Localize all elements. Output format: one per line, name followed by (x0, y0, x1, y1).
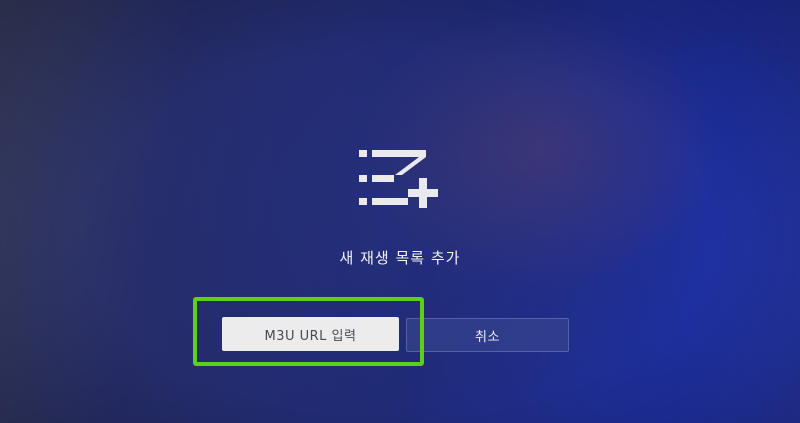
playlist-add-icon (359, 150, 438, 208)
focus-highlight-box (193, 297, 424, 366)
cancel-button[interactable]: 취소 (406, 318, 569, 352)
cancel-button-label: 취소 (475, 329, 500, 345)
dialog-title: 새 재생 목록 추가 (339, 249, 461, 267)
